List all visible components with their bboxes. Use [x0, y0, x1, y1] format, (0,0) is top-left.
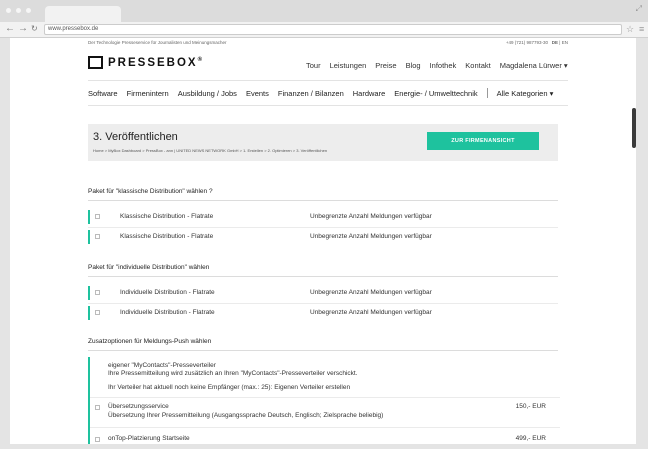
logo-text: PRESSEBOX: [108, 56, 198, 69]
addons-heading: Zusatzoptionen für Meldungs-Push wählen: [88, 338, 212, 345]
pressebox-logo[interactable]: PRESSEBOX®: [88, 56, 202, 69]
nav-tour[interactable]: Tour: [306, 61, 321, 70]
divider: [88, 276, 558, 277]
page-title: 3. Veröffentlichen: [93, 131, 178, 143]
checkbox[interactable]: [95, 214, 100, 219]
cat-events[interactable]: Events: [246, 89, 269, 98]
checkbox[interactable]: [95, 290, 100, 295]
nav-preise[interactable]: Preise: [375, 61, 396, 70]
mycontacts-note[interactable]: Ihr Verteiler hat aktuell noch keine Emp…: [108, 384, 350, 391]
lang-separator: |: [559, 40, 561, 45]
phone-number[interactable]: +49 (721) 987793-30: [506, 40, 548, 45]
classic-option-2[interactable]: Klassische Distribution - Flatrate Unbeg…: [88, 230, 558, 244]
ontop-title: onTop-Platzierung Startseite: [108, 435, 190, 442]
mycontacts-desc: Ihre Pressemitteilung wird zusätzlich an…: [108, 370, 358, 377]
page-viewport: Der Technologie Presseservice für Journa…: [10, 38, 636, 444]
logo-reg-mark: ®: [197, 56, 202, 63]
page-header: 3. Veröffentlichen Home > MyBox Dashboar…: [88, 124, 558, 161]
cat-software[interactable]: Software: [88, 89, 118, 98]
addon-options: eigener "MyContacts"-Presseverteiler Ihr…: [88, 357, 560, 444]
tagline: Der Technologie Presseservice für Journa…: [88, 40, 227, 45]
back-icon[interactable]: ←: [5, 23, 15, 35]
window-controls: [6, 8, 31, 13]
ontop-price: 499,- EUR: [515, 435, 546, 442]
individual-distribution-heading: Paket für "individuelle Distribution" wä…: [88, 264, 210, 271]
option-name: Individuelle Distribution - Flatrate: [120, 309, 215, 316]
mycontacts-title: eigener "MyContacts"-Presseverteiler: [108, 362, 216, 369]
translation-title: Übersetzungsservice: [108, 403, 169, 410]
user-menu[interactable]: Magdalena Lürwer ▾: [500, 61, 568, 70]
checkbox[interactable]: [95, 234, 100, 239]
resize-icon[interactable]: ⤢: [636, 4, 642, 14]
divider: [88, 80, 568, 81]
forward-icon[interactable]: →: [18, 23, 28, 35]
cat-energie-umwelttechnik[interactable]: Energie- / Umwelttechnik: [394, 89, 477, 98]
option-name: Individuelle Distribution - Flatrate: [120, 289, 215, 296]
nav-blog[interactable]: Blog: [406, 61, 421, 70]
nav-infothek[interactable]: Infothek: [430, 61, 457, 70]
lang-de-link[interactable]: DE: [552, 40, 558, 45]
divider: [88, 105, 568, 106]
translation-checkbox[interactable]: [95, 405, 100, 410]
checkbox[interactable]: [95, 310, 100, 315]
translation-price: 150,- EUR: [515, 403, 546, 410]
contact-language: +49 (721) 987793-30 DE | EN: [506, 40, 568, 45]
address-bar[interactable]: www.pressebox.de: [44, 24, 622, 35]
cat-hardware[interactable]: Hardware: [353, 89, 386, 98]
translation-desc: Übersetzung Ihrer Pressemitteilung (Ausg…: [108, 412, 384, 419]
company-view-button[interactable]: ZUR FIRMENANSICHT: [427, 132, 539, 150]
menu-icon[interactable]: ≡: [639, 23, 644, 35]
bookmark-star-icon[interactable]: ☆: [626, 23, 634, 35]
option-desc: Unbegrenzte Anzahl Meldungen verfügbar: [310, 213, 432, 220]
maximize-window-icon[interactable]: [26, 8, 31, 13]
option-desc: Unbegrenzte Anzahl Meldungen verfügbar: [310, 309, 432, 316]
category-separator: [486, 88, 488, 98]
nav-kontakt[interactable]: Kontakt: [465, 61, 490, 70]
category-navigation: Software Firmenintern Ausbildung / Jobs …: [88, 88, 562, 98]
individual-option-1[interactable]: Individuelle Distribution - Flatrate Unb…: [88, 286, 558, 300]
reload-icon[interactable]: ↻: [31, 23, 38, 35]
individual-option-2[interactable]: Individuelle Distribution - Flatrate Unb…: [88, 306, 558, 320]
option-name: Klassische Distribution - Flatrate: [120, 213, 214, 220]
logo-square-icon: [88, 56, 103, 69]
row-divider: [90, 427, 560, 428]
all-categories-dropdown[interactable]: Alle Kategorien ▾: [497, 89, 554, 98]
cat-finanzen-bilanzen[interactable]: Finanzen / Bilanzen: [278, 89, 344, 98]
nav-leistungen[interactable]: Leistungen: [330, 61, 367, 70]
breadcrumb[interactable]: Home > MyBox Dashboard > PressBox - ann …: [93, 148, 327, 153]
browser-tab[interactable]: [45, 6, 121, 22]
option-desc: Unbegrenzte Anzahl Meldungen verfügbar: [310, 289, 432, 296]
row-divider: [88, 227, 558, 228]
row-divider: [90, 397, 560, 398]
browser-toolbar: ← → ↻ www.pressebox.de ☆ ≡: [0, 22, 648, 38]
main-navigation: Tour Leistungen Preise Blog Infothek Kon…: [306, 61, 577, 70]
browser-window: ⤢ ← → ↻ www.pressebox.de ☆ ≡ Der Technol…: [0, 0, 648, 449]
divider: [88, 350, 558, 351]
close-window-icon[interactable]: [6, 8, 11, 13]
classic-distribution-heading: Paket für "klassische Distribution" wähl…: [88, 188, 213, 195]
cat-ausbildung-jobs[interactable]: Ausbildung / Jobs: [178, 89, 237, 98]
lang-en-link[interactable]: EN: [562, 40, 568, 45]
cat-firmenintern[interactable]: Firmenintern: [127, 89, 169, 98]
option-name: Klassische Distribution - Flatrate: [120, 233, 214, 240]
ontop-checkbox[interactable]: [95, 437, 100, 442]
scrollbar-thumb[interactable]: [632, 108, 636, 148]
title-bar: ⤢: [0, 0, 648, 22]
minimize-window-icon[interactable]: [16, 8, 21, 13]
divider: [88, 200, 558, 201]
row-divider: [88, 303, 558, 304]
option-desc: Unbegrenzte Anzahl Meldungen verfügbar: [310, 233, 432, 240]
top-info-line: Der Technologie Presseservice für Journa…: [88, 40, 568, 45]
classic-option-1[interactable]: Klassische Distribution - Flatrate Unbeg…: [88, 210, 558, 224]
